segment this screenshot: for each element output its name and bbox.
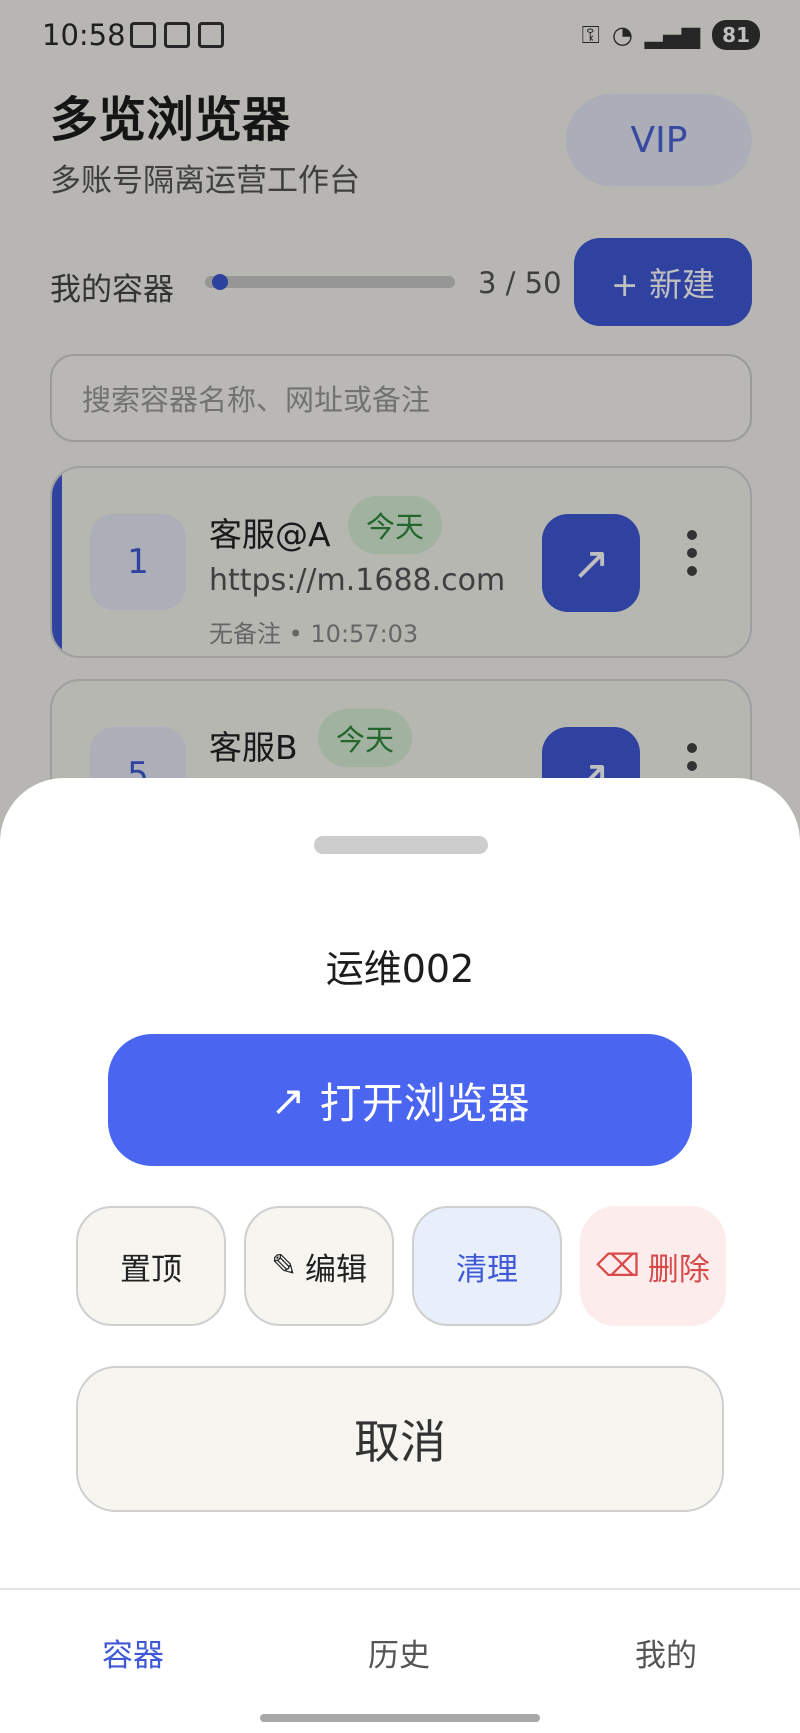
clean-button[interactable]: 清理 (412, 1206, 562, 1326)
screen: 10:58 ⚿ ◔ ▂▄▆ 81 多览浏览器 多账号隔离运营工作台 VIP 我的… (0, 0, 800, 1733)
delete-label: 删除 (647, 1251, 710, 1288)
open-browser-button[interactable]: ↗ 打开浏览器 (108, 1034, 692, 1166)
nav-tab-containers[interactable]: 容器 (102, 1630, 164, 1675)
nav-tab-mine[interactable]: 我的 (635, 1630, 697, 1675)
edit-label: 编辑 (304, 1251, 367, 1288)
bottom-navigation: 容器 历史 我的 (0, 1588, 800, 1733)
nav-tab-history[interactable]: 历史 (368, 1630, 430, 1675)
pin-button[interactable]: 置顶 (76, 1206, 226, 1326)
sheet-drag-handle[interactable] (314, 836, 488, 854)
open-browser-label: 打开浏览器 (319, 1078, 530, 1128)
action-row: 置顶 ✎ 编辑 清理 ⌫ 删除 (76, 1206, 726, 1326)
edit-button[interactable]: ✎ 编辑 (244, 1206, 394, 1326)
pencil-icon: ✎ (271, 1248, 297, 1284)
backspace-icon: ⌫ (596, 1248, 640, 1284)
sheet-title: 运维002 (325, 947, 475, 991)
arrow-up-right-icon: ↗ (270, 1075, 306, 1125)
cancel-button[interactable]: 取消 (76, 1366, 724, 1512)
home-indicator[interactable] (260, 1714, 540, 1722)
delete-button[interactable]: ⌫ 删除 (580, 1206, 726, 1326)
